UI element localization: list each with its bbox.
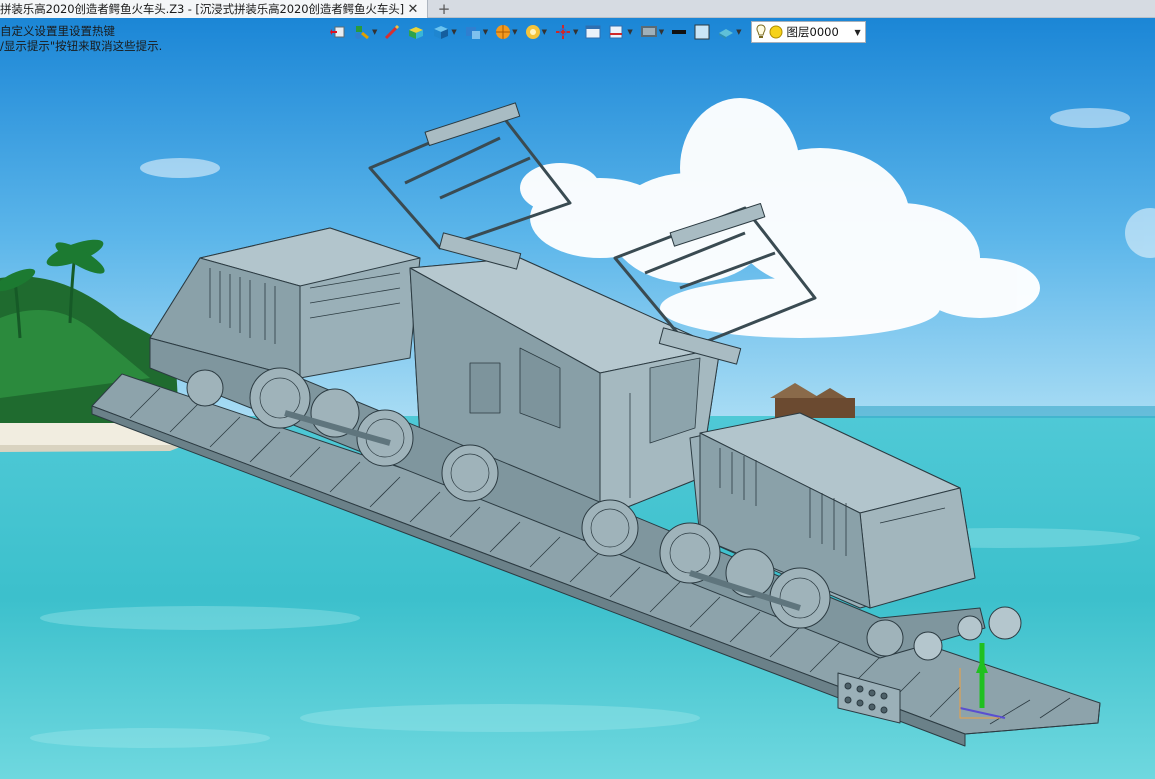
snap-icon[interactable]: ▼ xyxy=(525,21,547,43)
layer-selector[interactable]: 图层0000 ▼ xyxy=(750,21,866,43)
close-icon[interactable]: ✕ xyxy=(404,0,422,18)
dimension-icon[interactable]: ▼ xyxy=(608,21,633,43)
sketch-icon[interactable] xyxy=(384,21,400,43)
axis-icon[interactable]: ▼ xyxy=(554,21,578,43)
pick-filter-icon[interactable]: ▼ xyxy=(353,21,377,43)
fill-color-icon[interactable] xyxy=(694,21,710,43)
solid-box-icon[interactable] xyxy=(407,21,425,43)
layer-name: 图层0000 xyxy=(786,25,839,39)
3d-viewport[interactable]: 自定义设置里设置热键 /显示提示"按钮来取消这些提示. ▼ ▼ ▼ ▼ ▼ ▼ xyxy=(0,18,1155,779)
document-tab-title: 拼装乐高2020创造者鳄鱼火车头.Z3 - [沉浸式拼装乐高2020创造者鳄鱼火… xyxy=(0,2,404,16)
sun-icon xyxy=(769,25,783,39)
hotkey-hint-line-1: 自定义设置里设置热键 xyxy=(0,24,115,38)
window-icon[interactable] xyxy=(585,21,601,43)
hotkey-hint-line-2: /显示提示"按钮来取消这些提示. xyxy=(0,39,163,53)
display-icon[interactable]: ▼ xyxy=(640,21,664,43)
line-color-icon[interactable] xyxy=(671,21,687,43)
view-toolbar: ▼ ▼ ▼ ▼ ▼ ▼ ▼ ▼ ▼ 图层0000 ▼ xyxy=(330,21,866,43)
light-bulb-icon xyxy=(756,24,765,38)
part-icon[interactable]: ▼ xyxy=(464,21,488,43)
viewport-background xyxy=(0,18,1155,779)
chevron-down-icon[interactable]: ▼ xyxy=(855,28,861,37)
document-tab[interactable]: 拼装乐高2020创造者鳄鱼火车头.Z3 - [沉浸式拼装乐高2020创造者鳄鱼火… xyxy=(0,0,428,18)
undo-icon[interactable] xyxy=(330,21,346,43)
render-sphere-icon[interactable]: ▼ xyxy=(495,21,518,43)
add-tab-icon[interactable]: + xyxy=(434,0,454,18)
material-icon[interactable]: ▼ xyxy=(717,21,742,43)
cube-view-icon[interactable]: ▼ xyxy=(432,21,457,43)
document-tab-strip: 拼装乐高2020创造者鳄鱼火车头.Z3 - [沉浸式拼装乐高2020创造者鳄鱼火… xyxy=(0,0,1155,18)
